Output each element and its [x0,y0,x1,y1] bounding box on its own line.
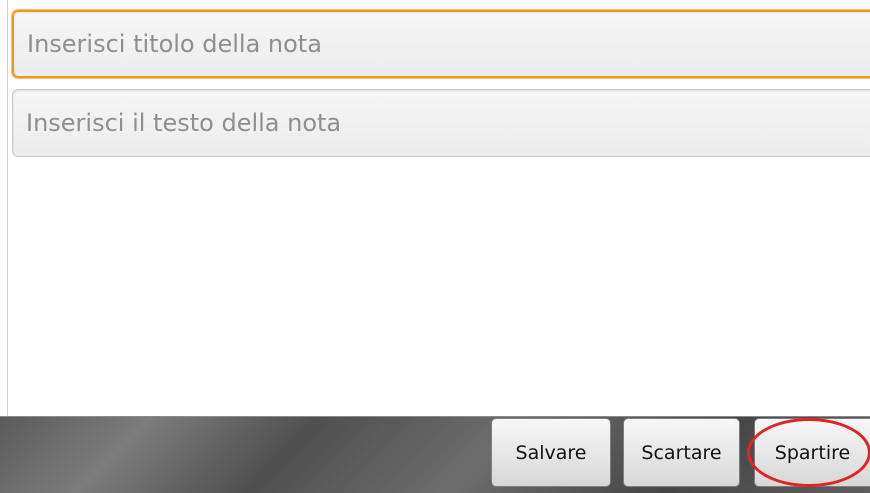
left-edge-divider [0,0,8,416]
save-button[interactable]: Salvare [491,418,611,487]
note-body-placeholder: Inserisci il testo della nota [26,109,342,137]
share-button[interactable]: Spartire [754,418,870,487]
note-editor-screen: Inserisci titolo della nota Inserisci il… [0,0,870,493]
note-title-input[interactable]: Inserisci titolo della nota [12,10,870,78]
discard-button[interactable]: Scartare [623,418,740,487]
note-title-placeholder: Inserisci titolo della nota [27,30,322,58]
note-body-input[interactable]: Inserisci il testo della nota [12,89,870,157]
